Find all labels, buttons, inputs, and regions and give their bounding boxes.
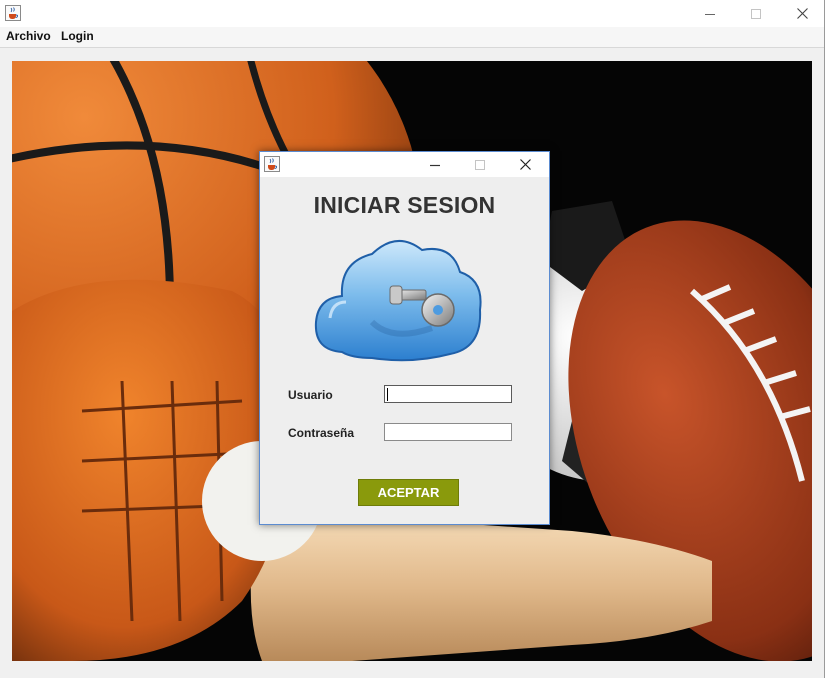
dialog-maximize-button[interactable] [458,152,502,177]
close-icon [519,159,531,170]
menu-login[interactable]: Login [59,29,96,43]
minimize-icon [430,164,440,166]
password-label: Contraseña [288,426,355,440]
dialog-close-button[interactable] [503,152,547,177]
minimize-button[interactable] [687,0,733,27]
password-input[interactable] [384,423,512,441]
menu-bar: Archivo Login [0,27,824,48]
cloud-key-icon [314,240,482,362]
dialog-minimize-button[interactable] [413,152,457,177]
text-caret [387,388,388,401]
login-dialog: INICIAR SESION Usuario Contraseña ACEPTA… [259,151,550,525]
maximize-icon [751,8,761,19]
dialog-title-bar[interactable] [260,152,549,177]
close-icon [796,8,808,19]
maximize-icon [475,159,485,170]
maximize-button[interactable] [733,0,779,27]
username-input[interactable] [384,385,512,403]
close-button[interactable] [779,0,825,27]
username-label: Usuario [288,388,333,402]
accept-button[interactable]: ACEPTAR [358,479,459,506]
menu-archivo[interactable]: Archivo [4,29,53,43]
minimize-icon [705,13,715,15]
java-cup-icon [264,156,280,172]
title-bar[interactable] [0,0,824,27]
java-cup-icon [5,5,21,21]
dialog-heading: INICIAR SESION [313,192,496,218]
